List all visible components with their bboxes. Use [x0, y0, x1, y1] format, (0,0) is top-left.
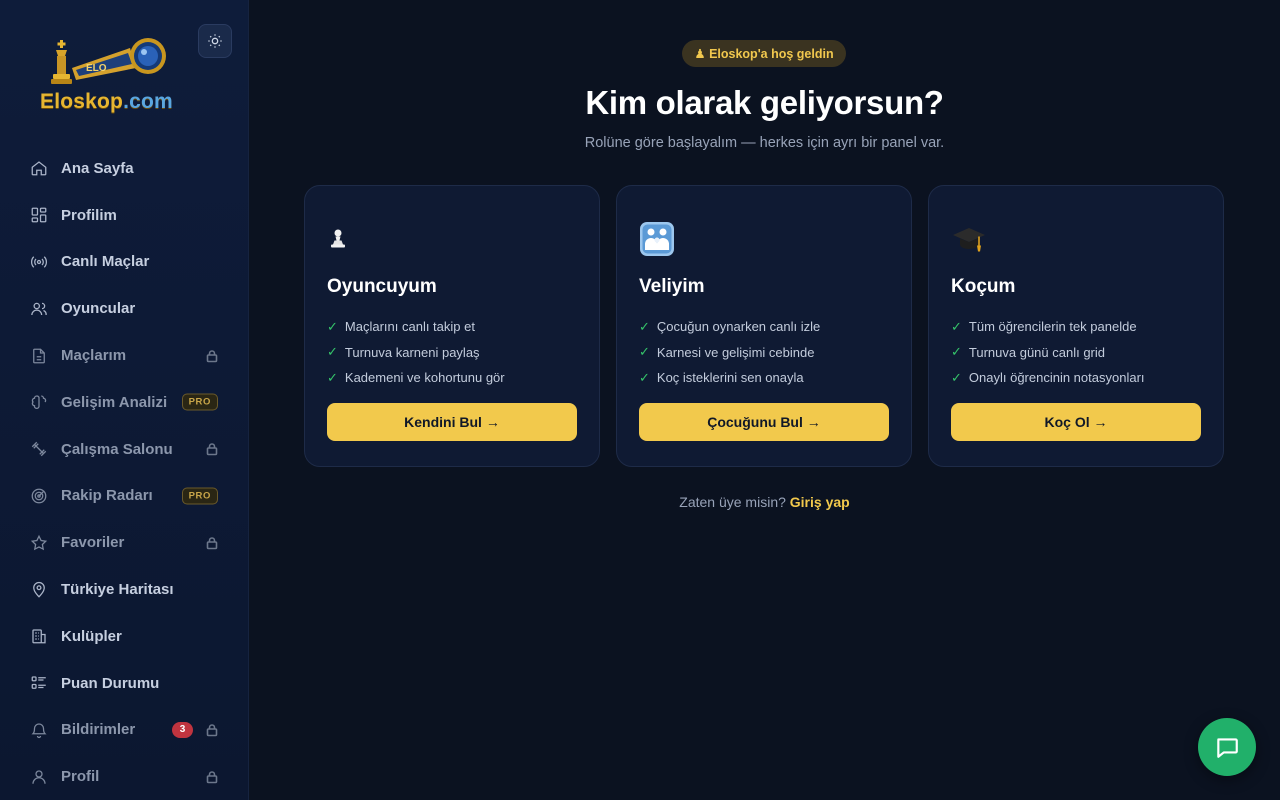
- lock-icon: [206, 723, 218, 737]
- check-icon: ✓: [327, 344, 338, 360]
- card-title: Veliyim: [639, 276, 705, 297]
- sidebar-item-favoriler[interactable]: Favoriler: [0, 519, 249, 566]
- role-card-parent: Veliyim ✓ Çocuğun oynarken canlı izle ✓ Ka…: [616, 185, 912, 467]
- chat-icon: [1217, 738, 1238, 758]
- sidebar-item-label: Bildirimler: [61, 721, 136, 739]
- check-icon: ✓: [951, 344, 962, 360]
- list-item: ✓ Karnesi ve gelişimi cebinde: [639, 344, 815, 360]
- role-card-coach: Koçum ✓ Tüm öğrencilerin tek panelde ✓ Tur…: [928, 185, 1224, 467]
- page-title: Kim olarak geliyorsun?: [585, 84, 944, 121]
- sidebar-item-oyuncular[interactable]: Oyuncular: [0, 285, 249, 332]
- page-subtitle: Rolüne göre başlayalım — herkes için ayr…: [584, 135, 945, 151]
- users-icon: [30, 300, 48, 318]
- sidebar-item-label: Çalışma Salonu: [61, 440, 173, 458]
- check-icon: ✓: [327, 369, 338, 385]
- sidebar-item-label: Gelişim Analizi: [61, 393, 168, 411]
- list-item: ✓ Turnuva karneni paylaş: [327, 344, 480, 360]
- sidebar-item-label: Canlı Maçlar: [61, 253, 150, 271]
- pro-badge: PRO: [181, 487, 218, 505]
- notification-count-badge: 3: [172, 721, 193, 738]
- sidebar: ELO Eloskop.com Ana Sayfa Profilim Canlı…: [0, 0, 249, 800]
- bell-icon: [30, 721, 48, 739]
- brain-icon: [30, 393, 48, 411]
- role-card-player: Oyuncuyum ✓ Maçlarını canlı takip et ✓ Tur…: [304, 185, 600, 467]
- feature-list: ✓ Maçlarını canlı takip et ✓ Turnuva karne…: [327, 314, 505, 391]
- sidebar-item-label: Ana Sayfa: [61, 159, 134, 177]
- user-icon: [30, 768, 48, 786]
- sidebar-item-profil[interactable]: Profil: [0, 753, 249, 800]
- feature-list: ✓ Çocuğun oynarken canlı izle ✓ Karnesi ve…: [639, 314, 820, 391]
- sidebar-item-canli-maclar[interactable]: Canlı Maçlar: [0, 239, 249, 286]
- sidebar-item-label: Kulüpler: [61, 627, 122, 645]
- list-item: ✓ Kademeni ve kohortunu gör: [327, 369, 505, 386]
- sidebar-item-label: Maçlarım: [61, 347, 127, 365]
- sidebar-item-maclarim[interactable]: Maçlarım: [0, 332, 249, 379]
- check-icon: ✓: [639, 344, 650, 360]
- login-link[interactable]: Giriş yap: [790, 494, 850, 510]
- login-prompt: Zaten üye misin? Giriş yap: [249, 494, 1280, 510]
- svg-text:ELO: ELO: [86, 63, 107, 74]
- lock-icon: [206, 443, 218, 456]
- sidebar-item-bildirimler[interactable]: Bildirimler 3: [0, 707, 249, 754]
- welcome-pill: ♟ Eloskop'a hoş geldin: [682, 40, 846, 67]
- sidebar-item-turkiye-haritasi[interactable]: Türkiye Haritası: [0, 566, 249, 613]
- pro-badge: PRO: [181, 393, 218, 411]
- list-item: ✓ Onaylı öğrencinin notasyonları: [951, 369, 1145, 386]
- find-child-button[interactable]: Çocuğunu Bul →: [639, 403, 889, 441]
- sun-icon: [208, 34, 222, 48]
- home-icon: [30, 159, 48, 177]
- feature-list: ✓ Tüm öğrencilerin tek panelde ✓ Turnuva g…: [951, 314, 1145, 391]
- card-title: Oyuncuyum: [327, 276, 437, 297]
- map-pin-icon: [30, 581, 48, 599]
- sidebar-item-label: Puan Durumu: [61, 674, 160, 692]
- graduation-cap-icon: [951, 221, 987, 257]
- lock-icon: [206, 349, 218, 362]
- sidebar-item-calisma-salonu[interactable]: Çalışma Salonu: [0, 426, 249, 473]
- list-item: ✓ Çocuğun oynarken canlı izle: [639, 318, 821, 335]
- star-icon: [30, 534, 48, 552]
- list-item: ✓ Turnuva günü canlı grid: [951, 344, 1106, 360]
- card-title: Koçum: [951, 276, 1016, 297]
- list-item: ✓ Koç isteklerini sen onayla: [639, 369, 804, 386]
- dumbbell-icon: [30, 440, 48, 458]
- login-prompt-text: Zaten üye misin?: [679, 494, 786, 510]
- theme-toggle-button[interactable]: [198, 24, 232, 58]
- lock-icon: [206, 770, 218, 784]
- sidebar-item-label: Türkiye Haritası: [61, 581, 174, 599]
- sidebar-item-gelisim-analizi[interactable]: Gelişim Analizi PRO: [0, 379, 249, 426]
- check-icon: ✓: [639, 369, 650, 385]
- sidebar-item-label: Profilim: [61, 206, 117, 224]
- sidebar-item-label: Profil: [61, 768, 100, 786]
- sidebar-item-profilim[interactable]: Profilim: [0, 192, 249, 239]
- pawn-icon: [327, 221, 363, 257]
- sidebar-item-ana-sayfa[interactable]: Ana Sayfa: [0, 145, 249, 192]
- dashboard-icon: [30, 206, 48, 224]
- building-icon: [30, 627, 48, 645]
- sidebar-item-rakip-radari[interactable]: Rakip Radarı PRO: [0, 473, 249, 520]
- check-icon: ✓: [951, 318, 962, 334]
- family-icon: [639, 221, 675, 257]
- sidebar-item-label: Rakip Radarı: [61, 487, 153, 505]
- list-icon: [30, 674, 48, 692]
- sidebar-item-label: Oyuncular: [61, 300, 136, 318]
- sidebar-item-label: Favoriler: [61, 534, 125, 552]
- radar-icon: [30, 487, 48, 505]
- check-icon: ✓: [639, 318, 650, 334]
- document-icon: [30, 347, 48, 365]
- check-icon: ✓: [951, 369, 962, 385]
- sidebar-nav: Ana Sayfa Profilim Canlı Maçlar Oyuncula…: [0, 145, 249, 800]
- find-yourself-button[interactable]: Kendini Bul →: [327, 403, 577, 441]
- broadcast-icon: [30, 253, 48, 271]
- chat-button[interactable]: [1198, 718, 1256, 776]
- list-item: ✓ Tüm öğrencilerin tek panelde: [951, 318, 1137, 335]
- sidebar-item-kulupler[interactable]: Kulüpler: [0, 613, 249, 660]
- sidebar-item-puan-durumu[interactable]: Puan Durumu: [0, 660, 249, 707]
- lock-icon: [206, 536, 218, 550]
- become-coach-button[interactable]: Koç Ol →: [951, 403, 1201, 441]
- list-item: ✓ Maçlarını canlı takip et: [327, 318, 475, 335]
- brand-wordmark: Eloskop.com: [40, 90, 173, 113]
- check-icon: ✓: [327, 318, 338, 334]
